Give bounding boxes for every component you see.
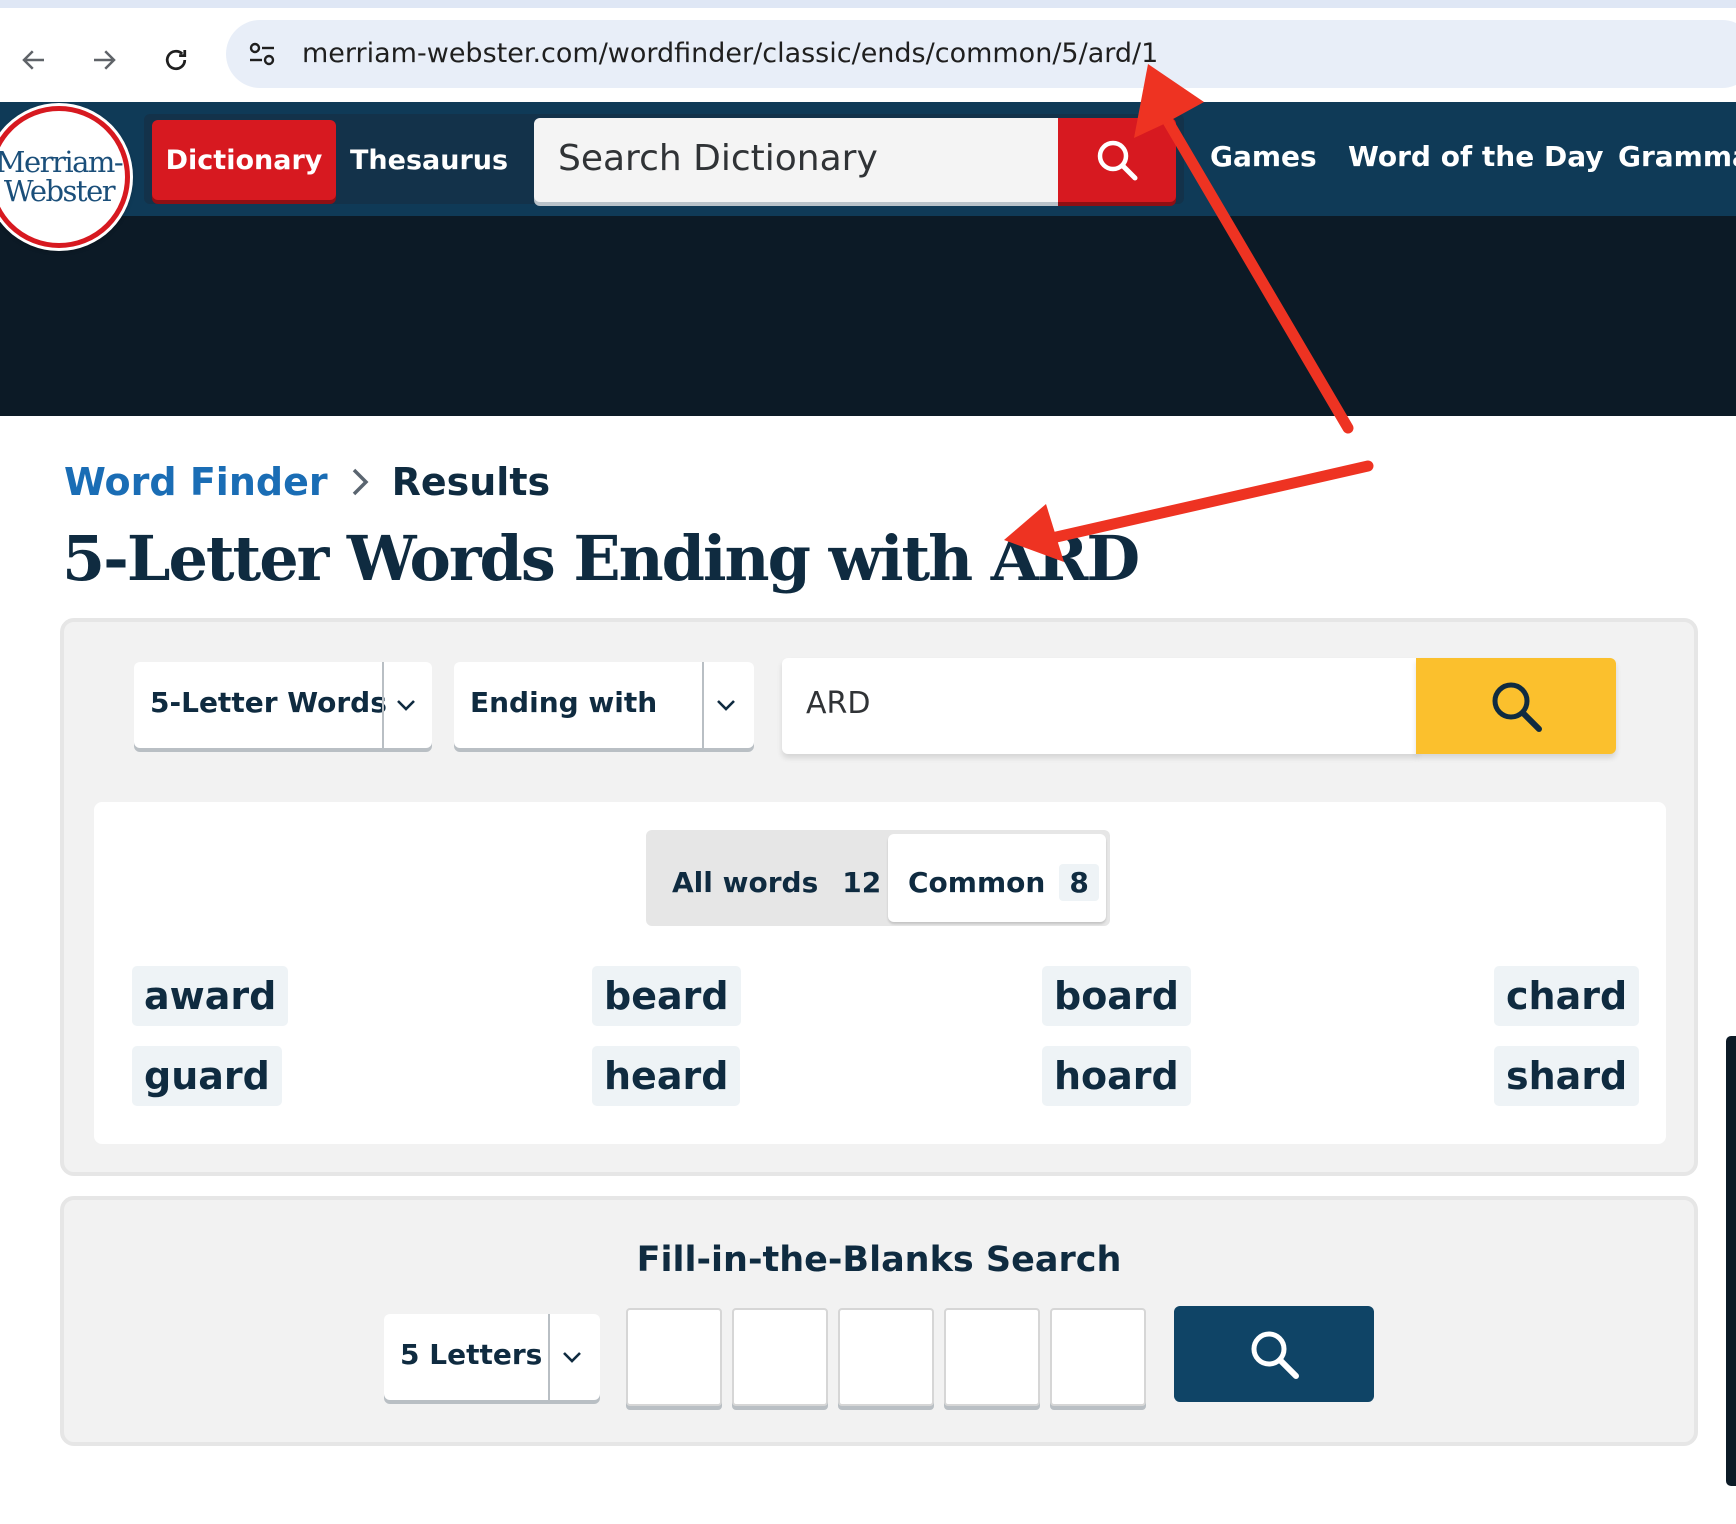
browser-toolbar: merriam-webster.com/wordfinder/classic/e… [0, 8, 1736, 102]
arrow-left-icon [22, 50, 44, 70]
breadcrumb: Word Finder Results [64, 460, 550, 504]
arrow-right-icon [94, 50, 116, 70]
letters-input-value: ARD [806, 686, 871, 721]
word-result-link[interactable]: shard [1494, 1046, 1640, 1106]
toggle-common-words[interactable]: Common 8 [888, 834, 1106, 922]
word-result-link[interactable]: board [1042, 966, 1191, 1026]
logo-text-line1: Merriam- [0, 145, 124, 179]
toggle-all-label: All words [672, 866, 819, 899]
tab-thesaurus[interactable]: Thesaurus [350, 120, 508, 200]
logo-text-line2: Webster [3, 174, 116, 208]
search-icon [1097, 140, 1138, 181]
search-icon [1492, 682, 1542, 732]
reload-icon [165, 49, 187, 71]
toggle-common-label: Common [908, 866, 1046, 899]
toggle-common-content: Common 8 [908, 864, 1099, 901]
site-settings-icon[interactable] [246, 38, 278, 70]
scrollbar-thumb[interactable] [1726, 1036, 1736, 1486]
back-button[interactable] [12, 38, 56, 82]
blanks-length-value: 5 Letters [400, 1338, 543, 1371]
page-title: 5-Letter Words Ending with ARD [62, 522, 1140, 595]
blanks-length-select[interactable]: 5 Letters [384, 1314, 600, 1400]
letter-blank-input[interactable] [944, 1308, 1040, 1406]
letter-blank-input[interactable] [626, 1308, 722, 1406]
fill-in-blanks-title: Fill-in-the-Blanks Search [636, 1240, 1122, 1280]
dictionary-search-input[interactable]: Search Dictionary [534, 118, 1060, 202]
select-divider [382, 662, 384, 748]
chevron-down-icon [717, 700, 735, 711]
nav-link-grammar[interactable]: Gramma [1618, 140, 1736, 173]
header-banner [0, 216, 1736, 416]
length-select[interactable]: 5-Letter Words [134, 662, 432, 748]
all-words-count: 12 [832, 864, 892, 901]
forward-button[interactable] [82, 38, 126, 82]
letter-blank-input[interactable] [732, 1308, 828, 1406]
toggle-all-words[interactable]: All words 12 [672, 864, 892, 901]
breadcrumb-word-finder-link[interactable]: Word Finder [64, 460, 328, 504]
letters-input[interactable]: ARD [782, 658, 1418, 754]
position-select[interactable]: Ending with [454, 662, 754, 748]
word-result-link[interactable]: heard [592, 1046, 741, 1106]
position-select-value: Ending with [470, 686, 658, 719]
letter-blank-input[interactable] [838, 1308, 934, 1406]
nav-link-games[interactable]: Games [1210, 140, 1317, 173]
select-divider [548, 1314, 550, 1400]
word-result-link[interactable]: beard [592, 966, 741, 1026]
search-placeholder: Search Dictionary [558, 138, 878, 179]
chevron-right-icon [352, 468, 369, 496]
dictionary-search-button[interactable] [1058, 118, 1176, 202]
length-select-value: 5-Letter Words [150, 686, 387, 719]
search-icon [1251, 1331, 1299, 1379]
common-words-count: 8 [1059, 864, 1099, 901]
address-bar[interactable]: merriam-webster.com/wordfinder/classic/e… [226, 20, 1736, 88]
chevron-down-icon [397, 700, 415, 711]
nav-link-word-of-the-day[interactable]: Word of the Day [1348, 140, 1603, 173]
reload-button[interactable] [154, 38, 198, 82]
chevron-down-icon [563, 1352, 581, 1363]
url-text: merriam-webster.com/wordfinder/classic/e… [302, 38, 1159, 69]
browser-top-strip [0, 0, 1736, 8]
word-result-link[interactable]: guard [132, 1046, 282, 1106]
word-result-link[interactable]: chard [1494, 966, 1640, 1026]
tab-dictionary[interactable]: Dictionary [152, 120, 336, 200]
select-divider [702, 662, 704, 748]
breadcrumb-current: Results [391, 460, 551, 504]
word-search-button[interactable] [1416, 658, 1616, 754]
word-result-link[interactable]: hoard [1042, 1046, 1191, 1106]
letter-blank-input[interactable] [1050, 1308, 1146, 1406]
word-result-link[interactable]: award [132, 966, 289, 1026]
blanks-search-button[interactable] [1174, 1306, 1374, 1402]
